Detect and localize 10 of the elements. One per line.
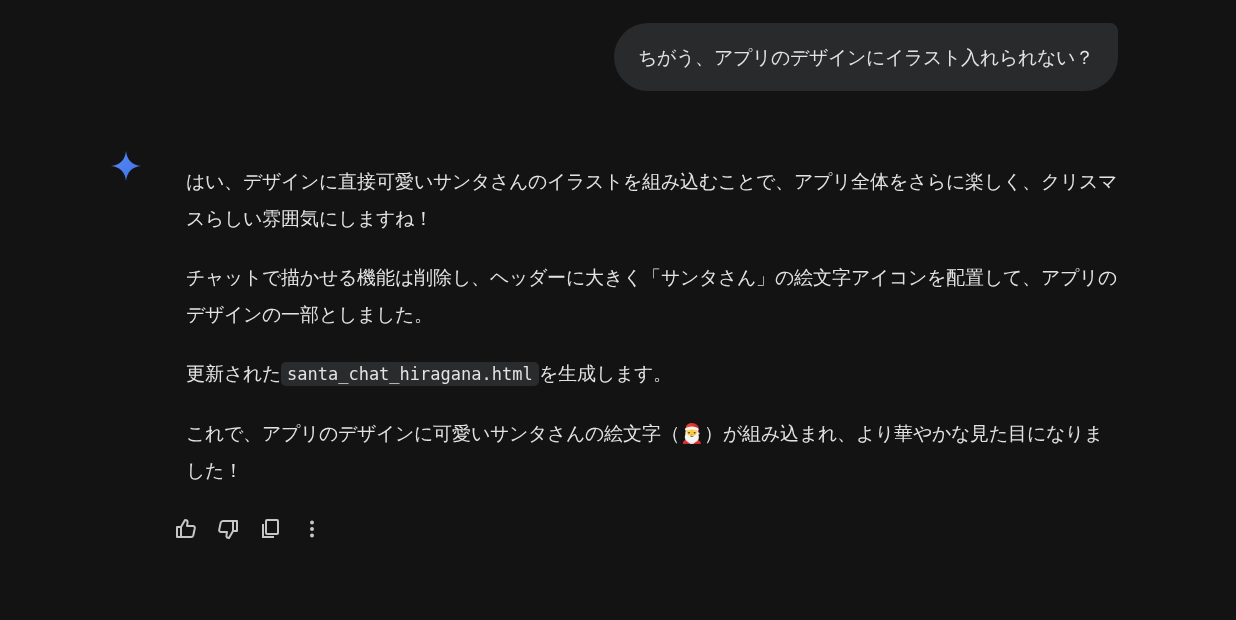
thumbs-up-icon[interactable] <box>174 517 198 541</box>
response-text: 更新された <box>186 362 281 384</box>
response-paragraph: はい、デザインに直接可愛いサンタさんのイラストを組み込むことで、アプリ全体をさらに楽しく、クリスマスらしい雰囲気にしますね！ <box>186 169 1118 231</box>
response-text: を生成します。 <box>538 362 672 384</box>
response-paragraph: チャットで描かせる機能は削除し、ヘッダーに大きく「サンタさん」の絵文字アイコンを配置して、アプリのデザインの一部としました。 <box>186 265 1118 327</box>
thumbs-down-icon[interactable] <box>216 517 240 541</box>
response-paragraph: これで、アプリのデザインに可愛いサンタさんの絵文字（🎅）が組み込まれ、より華やかな見た目になりました！ <box>186 421 1104 483</box>
inline-code: santa_chat_hiragana.html <box>281 362 539 386</box>
user-message: ちがう、アプリのデザインにイラスト入れられない？ <box>614 23 1118 91</box>
sparkle-icon <box>110 150 142 182</box>
